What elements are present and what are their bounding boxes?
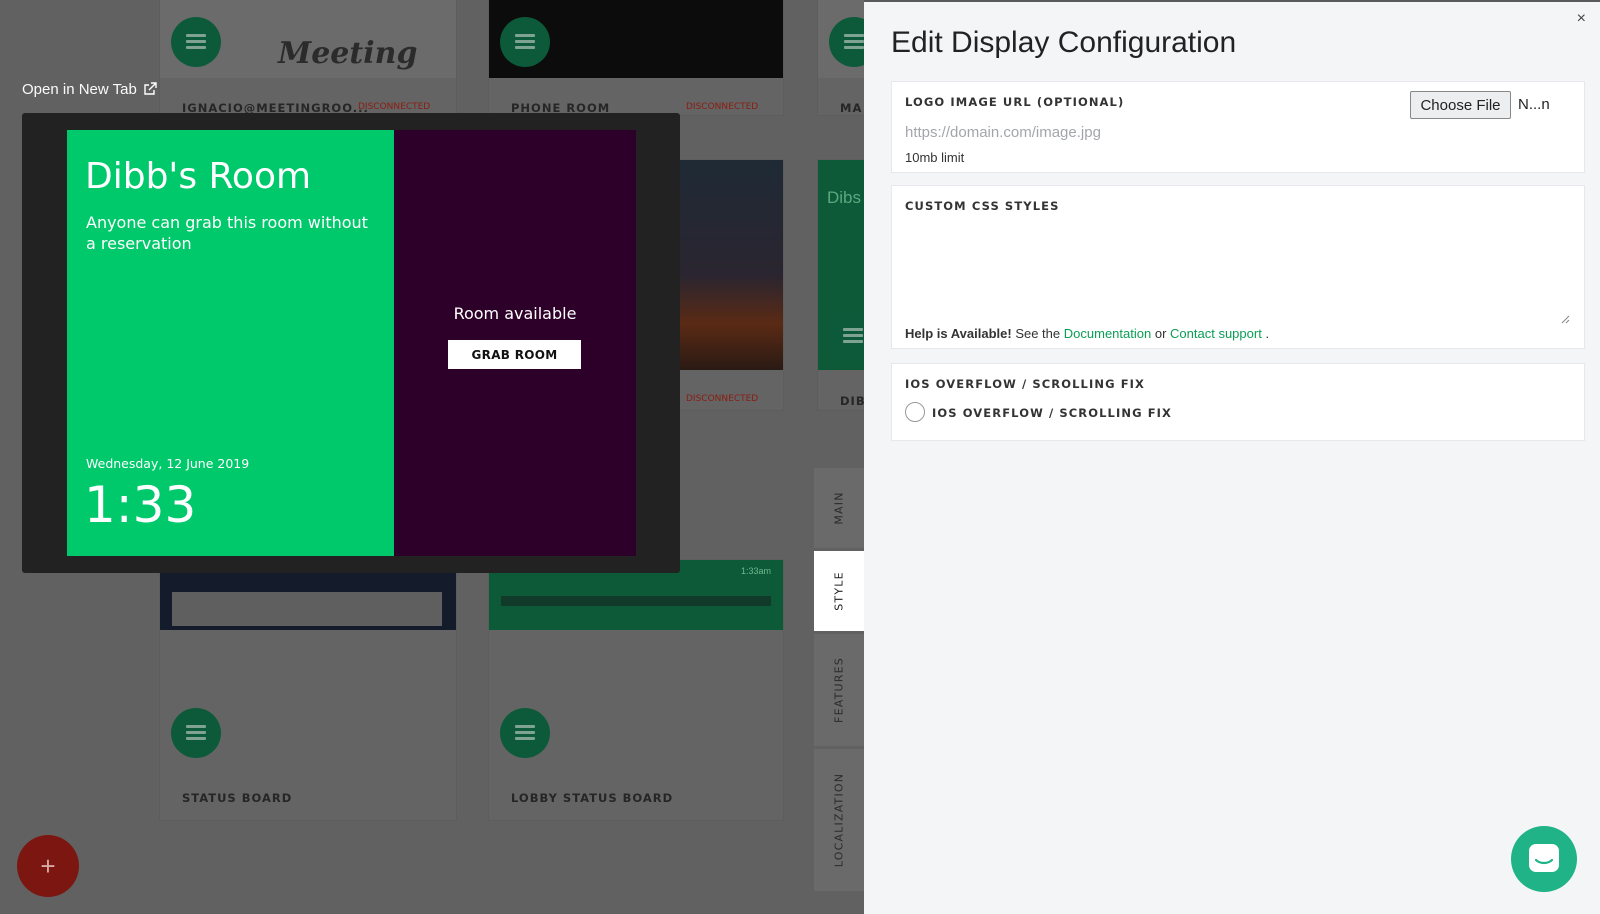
open-in-new-tab-label: Open in New Tab xyxy=(22,81,137,98)
card-name: LOBBY STATUS BOARD xyxy=(511,791,674,805)
logo-url-input[interactable]: https://domain.com/image.jpg xyxy=(905,124,1101,141)
chat-icon[interactable] xyxy=(1511,826,1577,892)
card-name: STATUS BOARD xyxy=(182,791,293,805)
chosen-file-name: N...n xyxy=(1518,96,1550,113)
ios-label: IOS OVERFLOW / SCROLLING FIX xyxy=(905,377,1146,391)
help-bold: Help is Available! xyxy=(905,326,1012,341)
css-help-text: Help is Available! See the Documentation… xyxy=(905,326,1269,341)
preview-action-pane: Room available GRAB ROOM xyxy=(394,130,636,556)
card-name: MA xyxy=(840,101,863,115)
room-subtitle: Anyone can grab this room without a rese… xyxy=(86,213,368,253)
room-name: Dibb's Room xyxy=(85,156,312,197)
tab-localization[interactable]: LOCALIZATION xyxy=(814,749,864,891)
menu-icon[interactable] xyxy=(500,17,550,67)
display-preview: Dibb's Room Anyone can grab this room wi… xyxy=(22,113,680,573)
tab-style[interactable]: STYLE xyxy=(814,551,864,631)
edit-display-panel: × Edit Display Configuration LOGO IMAGE … xyxy=(864,2,1600,914)
contact-support-link[interactable]: Contact support xyxy=(1170,326,1262,341)
open-in-new-tab-link[interactable]: Open in New Tab xyxy=(22,81,157,98)
meeting-logo: Meeting xyxy=(278,36,418,71)
lobby-thumb-time: 1:33am xyxy=(740,566,771,576)
preview-time: 1:33 xyxy=(84,476,197,534)
preview-date: Wednesday, 12 June 2019 xyxy=(86,456,250,471)
tab-features[interactable]: FEATURES xyxy=(814,634,864,746)
display-card[interactable]: Meeting IGNACIO@MEETINGROO... DISCONNECT… xyxy=(160,0,456,115)
tab-localization-label: LOCALIZATION xyxy=(832,772,846,868)
help-period: . xyxy=(1265,326,1270,341)
help-text: See the xyxy=(1015,326,1061,341)
panel-title: Edit Display Configuration xyxy=(891,26,1237,59)
css-textarea[interactable] xyxy=(902,220,1574,320)
display-card[interactable]: Dibs DIB xyxy=(818,160,864,410)
ios-fix-radio[interactable] xyxy=(905,402,925,422)
css-label: CUSTOM CSS STYLES xyxy=(905,199,1060,213)
display-card[interactable]: MA xyxy=(818,0,864,115)
ios-fix-radio-label[interactable]: IOS OVERFLOW / SCROLLING FIX xyxy=(932,406,1172,420)
close-icon[interactable]: × xyxy=(1577,10,1586,28)
css-section: CUSTOM CSS STYLES Help is Available! See… xyxy=(891,185,1585,349)
logo-size-limit: 10mb limit xyxy=(905,150,965,165)
display-card[interactable]: STATUS BOARD xyxy=(160,560,456,820)
card-status: DISCONNECTED xyxy=(686,102,759,112)
logo-section: LOGO IMAGE URL (OPTIONAL) https://domain… xyxy=(891,81,1585,173)
menu-icon[interactable] xyxy=(171,708,221,758)
grab-room-button[interactable]: GRAB ROOM xyxy=(448,340,581,369)
card-status: DISCONNECTED xyxy=(358,102,431,112)
add-display-button[interactable]: + xyxy=(17,835,79,897)
display-card[interactable]: 1:33am LOBBY STATUS BOARD xyxy=(489,560,783,820)
menu-icon[interactable] xyxy=(500,708,550,758)
ios-section: IOS OVERFLOW / SCROLLING FIX IOS OVERFLO… xyxy=(891,363,1585,441)
tab-main-label: MAIN xyxy=(832,491,846,525)
display-card[interactable]: PHONE ROOM DISCONNECTED xyxy=(489,0,783,115)
dibs-thumb-title: Dibs xyxy=(827,188,862,207)
tab-style-label: STYLE xyxy=(832,571,846,611)
choose-file-button[interactable]: Choose File xyxy=(1410,91,1511,119)
logo-label: LOGO IMAGE URL (OPTIONAL) xyxy=(905,95,1125,109)
tab-features-label: FEATURES xyxy=(832,657,846,723)
card-name: DIB xyxy=(840,394,864,408)
external-link-icon xyxy=(141,81,157,98)
tab-main[interactable]: MAIN xyxy=(814,468,864,548)
card-status: DISCONNECTED xyxy=(686,394,759,404)
help-or: or xyxy=(1154,326,1167,341)
preview-status-pane: Dibb's Room Anyone can grab this room wi… xyxy=(67,130,394,556)
menu-icon[interactable] xyxy=(171,17,221,67)
resize-handle-icon[interactable] xyxy=(1561,311,1570,324)
room-availability: Room available xyxy=(453,304,577,323)
config-tabs: MAIN STYLE FEATURES LOCALIZATION xyxy=(814,468,864,891)
documentation-link[interactable]: Documentation xyxy=(1064,326,1151,341)
